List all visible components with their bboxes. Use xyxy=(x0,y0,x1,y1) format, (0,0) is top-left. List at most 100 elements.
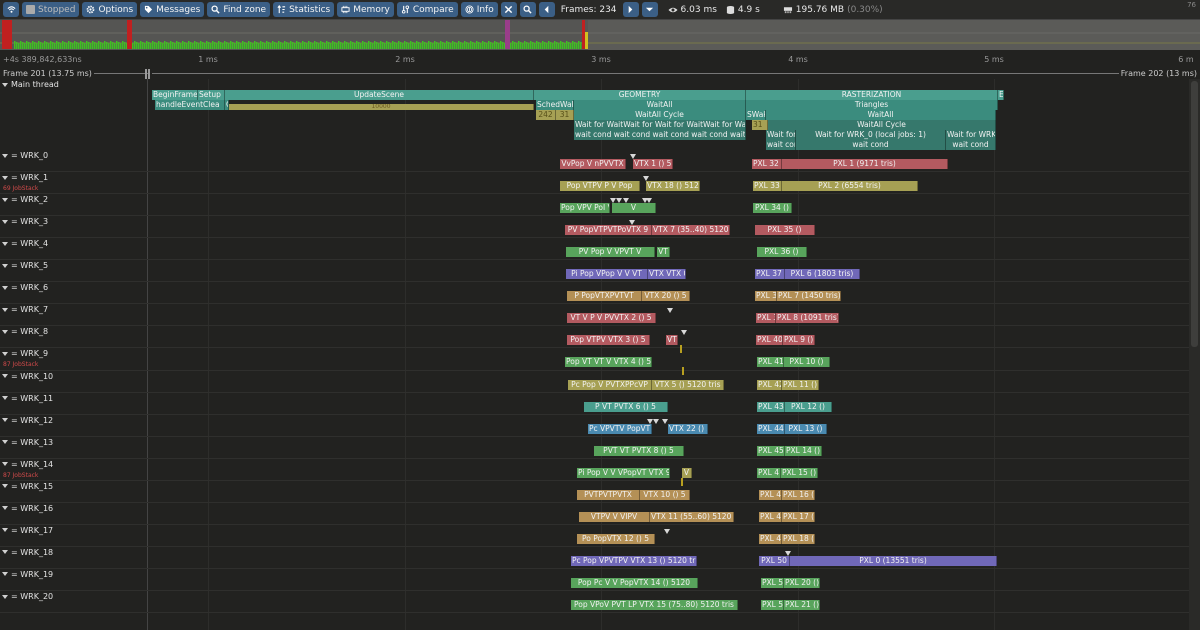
thread-row-label[interactable]: = WRK_10 xyxy=(2,372,53,381)
zone[interactable]: 31 xyxy=(556,110,574,120)
thread-row-label[interactable]: = WRK_8 xyxy=(2,327,48,336)
worker-zone[interactable]: PXL 21 () xyxy=(784,600,820,610)
worker-zone[interactable]: PXL 42 xyxy=(757,379,782,390)
next-frame-button[interactable] xyxy=(622,2,639,17)
worker-zone[interactable]: V xyxy=(682,467,692,478)
worker-zone[interactable]: PV Pop V VPVT V xyxy=(566,247,655,258)
worker-zone[interactable]: PXL 17 () xyxy=(782,511,815,522)
message-marker-icon[interactable] xyxy=(616,198,622,204)
worker-zone[interactable]: VT xyxy=(666,335,678,346)
worker-zone[interactable]: P VT PVTX 6 () 5 xyxy=(584,401,668,412)
message-marker-icon[interactable] xyxy=(623,198,629,204)
worker-zone[interactable]: PXL 35 () xyxy=(755,225,815,236)
message-marker-icon[interactable] xyxy=(653,418,659,424)
time-ruler[interactable]: +4s 389,842,633ns 1 ms 2 ms 3 ms 4 ms 5 … xyxy=(0,52,1200,69)
zone[interactable]: WaitAll xyxy=(766,110,996,120)
worker-zone[interactable]: PXL 41 xyxy=(757,357,784,368)
thread-row-label[interactable]: = WRK_18 xyxy=(2,548,53,557)
messages-button[interactable]: Messages xyxy=(140,2,205,17)
worker-zone[interactable]: Pop VTPV P V Pop xyxy=(560,181,640,192)
zone[interactable]: handleEventClea xyxy=(155,100,225,110)
thread-row-label[interactable]: = WRK_12 xyxy=(2,416,53,425)
worker-zone[interactable]: PXL 51 xyxy=(761,577,784,588)
worker-zone[interactable]: VTX VTX 0 () 5 xyxy=(648,269,686,280)
worker-zone[interactable]: PXL 4 xyxy=(759,511,782,522)
worker-zone[interactable]: PVT VT PVTX 8 () 5 xyxy=(594,445,684,456)
zone[interactable]: Setup xyxy=(198,90,225,100)
statistics-button[interactable]: Statistics xyxy=(273,2,335,17)
thread-row-label[interactable]: = WRK_7 xyxy=(2,305,48,314)
message-marker-icon[interactable] xyxy=(662,418,668,424)
frame-graph[interactable] xyxy=(0,19,1200,50)
worker-zone[interactable]: PXL 32 ( xyxy=(752,159,782,169)
worker-zone[interactable]: P PopVTXPVTVT xyxy=(567,291,642,302)
worker-zone[interactable]: PXL 14 () xyxy=(785,445,822,456)
thread-row-label[interactable]: = WRK_1 xyxy=(2,173,48,182)
thread-row-label[interactable]: = WRK_11 xyxy=(2,394,53,403)
vertical-scrollbar[interactable] xyxy=(1189,79,1200,630)
worker-zone[interactable]: PXL 13 () xyxy=(785,423,827,434)
worker-zone[interactable]: Pop VPoV PVT LP VTX 15 (75..80) 5120 tri… xyxy=(571,600,738,610)
lock-marker[interactable] xyxy=(680,345,682,354)
worker-zone[interactable]: VT V P V PVVTX 2 () 5 xyxy=(567,313,656,324)
worker-zone[interactable]: Pc Pop V PVTXPPcVP xyxy=(568,379,652,390)
worker-zone[interactable]: PXL 40 xyxy=(756,335,783,346)
worker-zone[interactable]: PXL 34 () xyxy=(753,203,792,214)
worker-zone[interactable]: Pop VTPV VTX 3 () 5 xyxy=(567,335,650,346)
zone[interactable]: BeginFrame xyxy=(152,90,198,100)
zone[interactable]: wait cor xyxy=(766,140,796,150)
timeline-view[interactable]: Main thread BeginFrame Setup UpdateScene… xyxy=(0,79,1189,630)
worker-zone[interactable]: PXL 33 ( xyxy=(753,181,782,192)
worker-zone[interactable]: VTX 20 () 5 xyxy=(642,291,690,302)
lock-marker[interactable] xyxy=(682,367,684,376)
worker-zone[interactable]: PVTPVTPVTX xyxy=(577,489,640,500)
worker-zone[interactable]: PXL 7 (1450 tris) xyxy=(777,291,841,302)
stopped-button[interactable]: Stopped xyxy=(22,2,80,17)
worker-zone[interactable]: PXL 43 xyxy=(757,401,785,412)
connection-button[interactable] xyxy=(3,2,19,17)
memory-button[interactable]: Memory xyxy=(337,2,394,17)
zone[interactable]: SchedWake xyxy=(536,100,574,110)
worker-zone[interactable]: Pop VPV PoI VTV xyxy=(560,203,610,214)
worker-zone[interactable]: VTX 7 (35..40) 5120 tris xyxy=(652,225,730,236)
thread-row-label[interactable]: = WRK_13 xyxy=(2,438,53,447)
zone[interactable]: WaitAll Cycle xyxy=(574,110,746,120)
worker-zone[interactable]: PXL 1 (9171 tris) xyxy=(782,159,948,169)
worker-zone[interactable]: PXL 45 xyxy=(757,445,785,456)
frame-indicator-bar[interactable]: Frame 201 (13.75 ms) Frame 202 (13 ms) xyxy=(0,69,1200,79)
worker-zone[interactable]: PXL 5 xyxy=(761,600,784,610)
worker-zone[interactable]: PXL 12 () xyxy=(785,401,832,412)
worker-zone[interactable]: PXL 37 () xyxy=(755,269,785,280)
thread-row-label[interactable]: = WRK_14 xyxy=(2,460,53,469)
prev-frame-button[interactable] xyxy=(538,2,555,17)
worker-zone[interactable]: Pop Pc V V PopVTX 14 () 5120 xyxy=(571,577,698,588)
zone[interactable]: wait cond xyxy=(946,140,996,150)
worker-zone[interactable]: VT xyxy=(657,247,670,258)
thread-row-label[interactable]: = WRK_17 xyxy=(2,526,53,535)
message-marker-icon[interactable] xyxy=(630,154,636,159)
frames-dropdown-button[interactable] xyxy=(641,2,658,17)
tools-button[interactable] xyxy=(500,2,517,17)
options-button[interactable]: Options xyxy=(82,2,138,17)
worker-zone[interactable]: PXL 39 xyxy=(756,313,776,324)
thread-row-label[interactable]: = WRK_9 xyxy=(2,349,48,358)
thread-row-label[interactable]: = WRK_3 xyxy=(2,217,48,226)
scrollbar-thumb[interactable] xyxy=(1191,81,1198,347)
worker-zone[interactable]: VTX 10 () 5 xyxy=(640,489,690,500)
worker-zone[interactable]: Pc VPVTV PopVT V xyxy=(588,423,652,434)
message-marker-icon[interactable] xyxy=(643,176,649,182)
zone[interactable]: GEOMETRY xyxy=(534,90,746,100)
zone[interactable]: Wait for WaitWait for Wait for WaitWait … xyxy=(574,120,746,130)
worker-zone[interactable]: PXL 36 () xyxy=(757,247,807,258)
worker-zone[interactable]: VTX 1 () 5 xyxy=(633,159,673,169)
worker-zone[interactable]: Pop VT VT V VTX 4 () 5 xyxy=(565,357,652,368)
worker-zone[interactable]: PXL 50 xyxy=(759,555,790,566)
worker-zone[interactable]: VTX 22 () 5 xyxy=(668,423,708,434)
worker-zone[interactable]: PXL 8 (1091 tris) xyxy=(776,313,839,324)
message-marker-icon[interactable] xyxy=(667,308,673,314)
zone[interactable]: wait cond wait cond wait cond wait cond … xyxy=(574,130,746,140)
worker-zone[interactable]: PXL 10 () xyxy=(784,357,830,368)
worker-zone[interactable]: Pi Pop VPop V V VT xyxy=(566,269,648,280)
worker-zone[interactable]: PXL 9 () xyxy=(783,335,815,346)
message-marker-icon[interactable] xyxy=(681,330,687,336)
